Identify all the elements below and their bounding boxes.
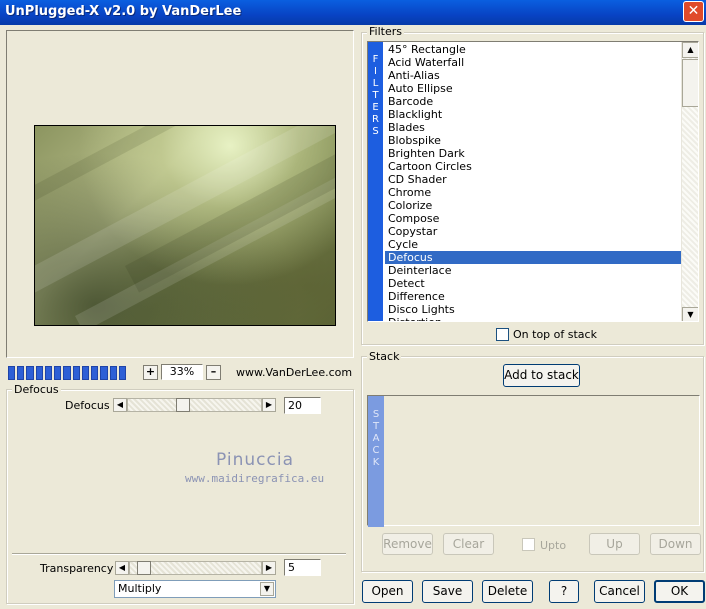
clear-button[interactable]: Clear: [443, 533, 494, 555]
filter-list-item[interactable]: Cycle: [385, 238, 682, 251]
watermark-name: Pinuccia: [216, 450, 294, 470]
filter-list-item[interactable]: 45° Rectangle: [385, 43, 682, 56]
filter-list-item[interactable]: Detect: [385, 277, 682, 290]
blend-mode-select[interactable]: Multiply ▼: [114, 580, 276, 598]
filter-list-item[interactable]: Colorize: [385, 199, 682, 212]
filter-list-item[interactable]: Cartoon Circles: [385, 160, 682, 173]
preview-image[interactable]: [34, 125, 336, 326]
close-button[interactable]: ✕: [683, 1, 704, 22]
filter-list-item[interactable]: CD Shader: [385, 173, 682, 186]
down-button[interactable]: Down: [650, 533, 701, 555]
filter-list-item[interactable]: Distortion: [385, 316, 682, 321]
tab-letter: T: [372, 90, 379, 101]
filter-list-item[interactable]: Chrome: [385, 186, 682, 199]
filter-list-item[interactable]: Blacklight: [385, 108, 682, 121]
stack-vertical-tab: STACK: [368, 396, 384, 527]
scroll-down-icon[interactable]: ▼: [682, 307, 698, 321]
tab-letter: E: [372, 102, 379, 113]
defocus-left-arrow[interactable]: ◀: [113, 398, 127, 412]
zoom-in-button[interactable]: +: [143, 365, 158, 380]
ok-button[interactable]: OK: [654, 580, 705, 603]
watermark-site: www.maidiregrafica.eu: [185, 472, 325, 485]
chevron-down-icon[interactable]: ▼: [260, 582, 274, 596]
window-title: UnPlugged-X v2.0 by VanDerLee: [5, 4, 242, 19]
tab-letter: A: [372, 433, 380, 444]
scroll-thumb[interactable]: [682, 59, 698, 107]
on-top-checkbox[interactable]: [496, 328, 509, 341]
tab-letter: F: [372, 54, 379, 65]
tab-letter: I: [374, 66, 377, 77]
filter-list[interactable]: FILTERS 45° Rectangle Acid Waterfall Anti-…: [367, 41, 699, 322]
up-button[interactable]: Up: [589, 533, 640, 555]
filter-list-item[interactable]: Blades: [385, 121, 682, 134]
filter-list-item[interactable]: Acid Waterfall: [385, 56, 682, 69]
save-button[interactable]: Save: [422, 580, 473, 603]
defocus-slider-thumb[interactable]: [176, 398, 190, 412]
filter-list-item[interactable]: Barcode: [385, 95, 682, 108]
tab-letter: S: [372, 126, 379, 137]
filter-list-item[interactable]: Brighten Dark: [385, 147, 682, 160]
zoom-value: 33%: [161, 364, 203, 380]
filter-list-item[interactable]: Anti-Alias: [385, 69, 682, 82]
title-bar: UnPlugged-X v2.0 by VanDerLee ✕: [0, 0, 706, 25]
filter-list-item[interactable]: Deinterlace: [385, 264, 682, 277]
defocus-slider[interactable]: [127, 398, 262, 412]
progress-bar: [8, 366, 127, 380]
tab-letter: T: [372, 421, 380, 432]
help-button[interactable]: ?: [549, 580, 579, 603]
delete-button[interactable]: Delete: [482, 580, 533, 603]
tab-letter: C: [372, 445, 380, 456]
transparency-left-arrow[interactable]: ◀: [115, 561, 129, 575]
open-button[interactable]: Open: [362, 580, 413, 603]
filter-list-item[interactable]: Compose: [385, 212, 682, 225]
filter-list-item[interactable]: Blobspike: [385, 134, 682, 147]
upto-label: Upto: [540, 539, 567, 552]
transparency-slider-thumb[interactable]: [137, 561, 151, 575]
filter-items: 45° Rectangle Acid Waterfall Anti-Alias Aut…: [385, 43, 682, 321]
filter-list-item[interactable]: Disco Lights: [385, 303, 682, 316]
divider: [12, 553, 346, 555]
defocus-right-arrow[interactable]: ▶: [262, 398, 276, 412]
tab-letter: S: [372, 409, 380, 420]
zoom-out-button[interactable]: –: [206, 365, 221, 380]
blend-mode-value: Multiply: [118, 582, 162, 595]
on-top-label: On top of stack: [513, 328, 597, 341]
stack-group-title: Stack: [367, 350, 402, 363]
filter-list-item[interactable]: Auto Ellipse: [385, 82, 682, 95]
defocus-label: Defocus: [65, 399, 110, 412]
cancel-button[interactable]: Cancel: [594, 580, 645, 603]
transparency-slider[interactable]: [129, 561, 262, 575]
filter-list-item[interactable]: Difference: [385, 290, 682, 303]
remove-button[interactable]: Remove: [382, 533, 433, 555]
add-to-stack-button[interactable]: Add to stack: [503, 364, 580, 387]
stack-list[interactable]: STACK: [367, 395, 700, 527]
defocus-value-field[interactable]: 20: [284, 397, 321, 414]
transparency-right-arrow[interactable]: ▶: [262, 561, 276, 575]
transparency-label: Transparency: [40, 562, 114, 575]
upto-checkbox[interactable]: [522, 538, 535, 551]
params-group-title: Defocus: [12, 383, 61, 396]
filter-list-scrollbar[interactable]: ▲ ▼: [681, 42, 698, 321]
transparency-value-field[interactable]: 5: [284, 559, 321, 576]
preview-panel: [6, 30, 354, 358]
tab-letter: K: [372, 457, 380, 468]
tab-letter: L: [372, 78, 379, 89]
filter-list-item[interactable]: Copystar: [385, 225, 682, 238]
scroll-up-icon[interactable]: ▲: [682, 42, 698, 58]
tab-letter: R: [372, 114, 379, 125]
website-link[interactable]: www.VanDerLee.com: [236, 366, 352, 379]
filter-list-item[interactable]: Defocus: [385, 251, 682, 264]
filters-group-title: Filters: [367, 25, 404, 38]
filters-vertical-tab: FILTERS: [368, 42, 383, 321]
